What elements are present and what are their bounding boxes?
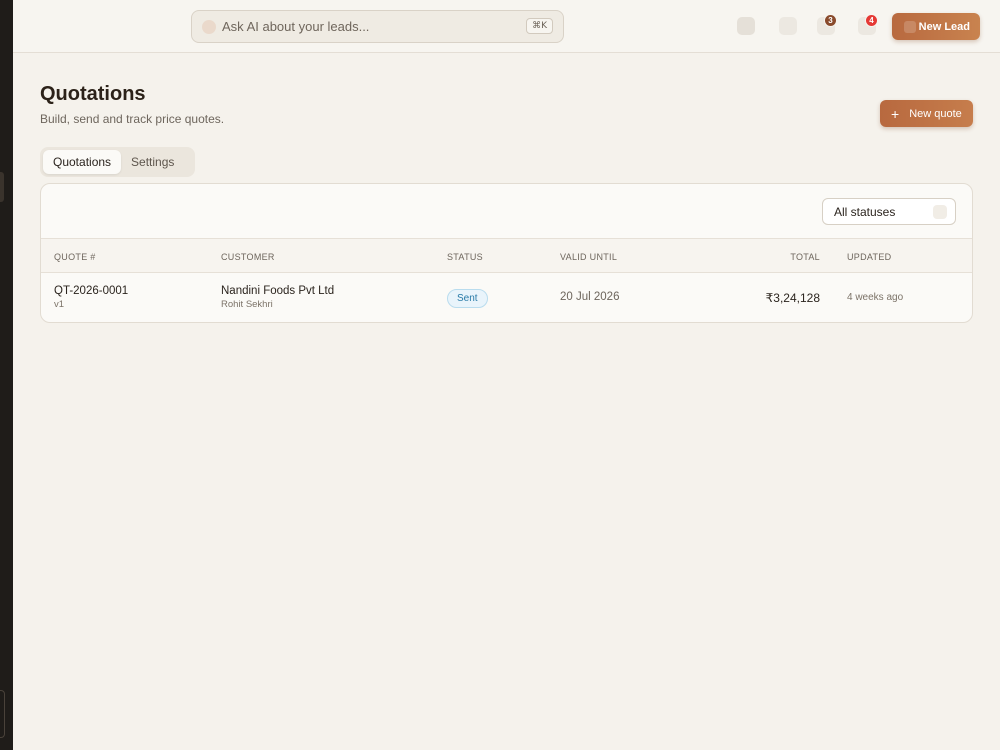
valid-until: 20 Jul 2026 bbox=[560, 291, 620, 303]
search-placeholder: Ask AI about your leads... bbox=[222, 19, 370, 34]
sidebar-handle[interactable] bbox=[0, 172, 4, 202]
col-updated[interactable]: UPDATED bbox=[847, 252, 891, 262]
col-customer[interactable]: CUSTOMER bbox=[221, 252, 275, 262]
customer-cell: Nandini Foods Pvt Ltd Rohit Sekhri bbox=[221, 285, 334, 310]
quote-number-cell: QT-2026-0001 v1 bbox=[54, 285, 128, 310]
alerts-count-badge: 4 bbox=[865, 14, 878, 27]
plus-icon: + bbox=[891, 105, 900, 122]
status-filter-value: All statuses bbox=[834, 204, 896, 219]
inbox-count-badge: 3 bbox=[824, 14, 837, 27]
app-sidebar-rail bbox=[0, 0, 13, 750]
tab-settings[interactable]: Settings bbox=[121, 150, 184, 174]
sparkle-icon bbox=[202, 19, 216, 34]
updated-time: 4 weeks ago bbox=[847, 292, 904, 303]
table-row[interactable]: QT-2026-0001 v1 Nandini Foods Pvt Ltd Ro… bbox=[41, 273, 972, 322]
shortcut-hint: ⌘K bbox=[526, 18, 553, 34]
customer-contact: Rohit Sekhri bbox=[221, 299, 273, 310]
col-valid-until[interactable]: VALID UNTIL bbox=[560, 252, 617, 262]
customer-name: Nandini Foods Pvt Ltd bbox=[221, 285, 335, 297]
tab-bar: Quotations Settings bbox=[40, 147, 195, 177]
table-header: QUOTE # CUSTOMER STATUS VALID UNTIL TOTA… bbox=[41, 238, 972, 273]
new-quote-button[interactable]: + New quote bbox=[880, 100, 973, 127]
help-icon[interactable] bbox=[779, 17, 797, 35]
status-filter-select[interactable]: All statuses bbox=[822, 198, 956, 225]
plus-icon bbox=[904, 21, 916, 33]
quote-version: v1 bbox=[54, 299, 65, 310]
chevron-down-icon bbox=[933, 205, 947, 219]
page-subtitle: Build, send and track price quotes. bbox=[40, 112, 225, 126]
status-badge: Sent bbox=[447, 289, 488, 308]
new-lead-label: New Lead bbox=[918, 20, 970, 33]
col-quote-no[interactable]: QUOTE # bbox=[54, 252, 96, 262]
quotations-table-card: All statuses QUOTE # CUSTOMER STATUS VAL… bbox=[40, 183, 973, 323]
col-total[interactable]: TOTAL bbox=[790, 252, 820, 262]
tab-quotations[interactable]: Quotations bbox=[43, 150, 122, 174]
sidebar-footer-handle[interactable] bbox=[0, 690, 5, 738]
theme-icon[interactable] bbox=[737, 17, 755, 35]
new-lead-button[interactable]: New Lead bbox=[892, 13, 980, 40]
top-bar: Ask AI about your leads... ⌘K 3 4 New Le… bbox=[13, 0, 1000, 53]
quote-number[interactable]: QT-2026-0001 bbox=[54, 285, 128, 297]
new-quote-label: New quote bbox=[909, 107, 962, 120]
page-title: Quotations bbox=[40, 83, 146, 105]
ai-search-input[interactable]: Ask AI about your leads... ⌘K bbox=[191, 10, 564, 43]
quote-total: ₹3,24,128 bbox=[765, 291, 820, 305]
col-status[interactable]: STATUS bbox=[447, 252, 483, 262]
